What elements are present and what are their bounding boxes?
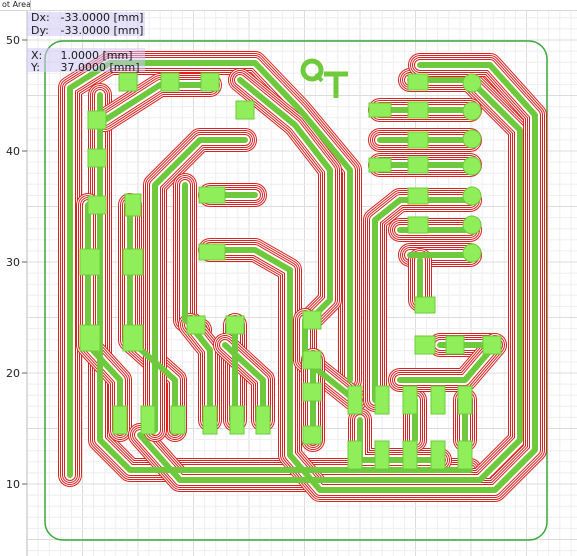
y-tick-label: 30	[6, 256, 20, 269]
copper-pad	[482, 335, 502, 355]
copper-pad	[407, 101, 429, 119]
copper-pad	[302, 350, 322, 370]
copper-pad	[302, 382, 322, 402]
y-tick-label: 20	[6, 367, 20, 380]
y-tick-label: 10	[6, 478, 20, 491]
copper-pad	[407, 187, 429, 205]
dx-label: Dx:	[31, 11, 50, 24]
y-value: 37.0000 [mm]	[60, 61, 140, 74]
copper-pad	[198, 243, 226, 261]
copper-pad	[368, 157, 392, 173]
copper-pad	[255, 405, 271, 435]
dy-row: Dy: -33.0000 [mm]	[27, 25, 143, 37]
plot-canvas[interactable]: QT 50 40 30 20 10	[0, 0, 577, 556]
copper-pad	[122, 324, 144, 352]
copper-pad	[160, 72, 180, 92]
copper-pad	[170, 405, 186, 435]
copper-pad	[407, 216, 429, 234]
copper-pad	[186, 315, 206, 335]
copper-pad	[414, 296, 436, 314]
copper-pad	[302, 310, 322, 330]
copper-pad	[79, 248, 101, 276]
copper-pad	[112, 405, 128, 435]
copper-pad	[368, 102, 392, 118]
copper-pad	[235, 100, 255, 120]
copper-pad	[457, 385, 473, 415]
header-pad	[462, 243, 482, 263]
copper-pad	[402, 385, 418, 415]
copper-pad	[87, 110, 107, 130]
copper-pad	[225, 315, 245, 335]
header-pad	[462, 186, 482, 206]
copper-pad	[202, 405, 218, 435]
copper-pad	[407, 73, 429, 91]
dy-value: -33.0000 [mm]	[60, 24, 144, 37]
copper-pad	[124, 193, 142, 217]
position-readout-panel: X: 1.0000 [mm] Y: 37.0000 [mm]	[27, 48, 145, 74]
copper-pad	[122, 248, 144, 276]
copper-pad	[87, 148, 107, 168]
y-row: Y: 37.0000 [mm]	[27, 62, 140, 74]
copper-pad	[402, 440, 418, 470]
copper-pad	[198, 186, 226, 204]
y-tick-label: 40	[6, 145, 20, 158]
copper-pad	[118, 72, 138, 92]
copper-pad	[347, 385, 363, 415]
copper-pad	[140, 405, 156, 435]
copper-pad	[430, 440, 446, 470]
header-pad	[462, 215, 482, 235]
copper-pad	[79, 324, 101, 352]
copper-pad	[374, 440, 390, 470]
copper-pad	[302, 425, 322, 445]
header-pad	[462, 101, 482, 121]
board-logo-text: QT	[0, 0, 2, 1]
y-axis-ticks: 50 40 30 20 10	[6, 34, 27, 491]
copper-pad	[87, 195, 107, 215]
plot-area-window: ot Area QT 50 40 30 20 10 Dx: -33.0000 [mm] …	[0, 0, 577, 556]
header-pad	[462, 73, 482, 93]
copper-pad	[229, 405, 245, 435]
header-pad	[462, 129, 482, 149]
copper-pad	[407, 156, 429, 174]
copper-pad	[414, 335, 436, 355]
copper-pad	[347, 440, 363, 470]
copper-pad	[407, 131, 429, 149]
dx-row: Dx: -33.0000 [mm]	[27, 12, 143, 24]
header-pad	[462, 156, 482, 176]
copper-pad	[430, 385, 446, 415]
copper-pad	[200, 72, 220, 92]
dx-value: -33.0000 [mm]	[60, 11, 144, 24]
y-label: Y:	[31, 61, 40, 74]
dy-label: Dy:	[31, 24, 49, 37]
delta-readout-panel: Dx: -33.0000 [mm] Dy: -33.0000 [mm]	[27, 12, 145, 37]
copper-pad	[374, 385, 390, 415]
copper-pad	[457, 440, 473, 470]
copper-pad	[445, 335, 465, 355]
y-tick-label: 50	[6, 34, 20, 47]
